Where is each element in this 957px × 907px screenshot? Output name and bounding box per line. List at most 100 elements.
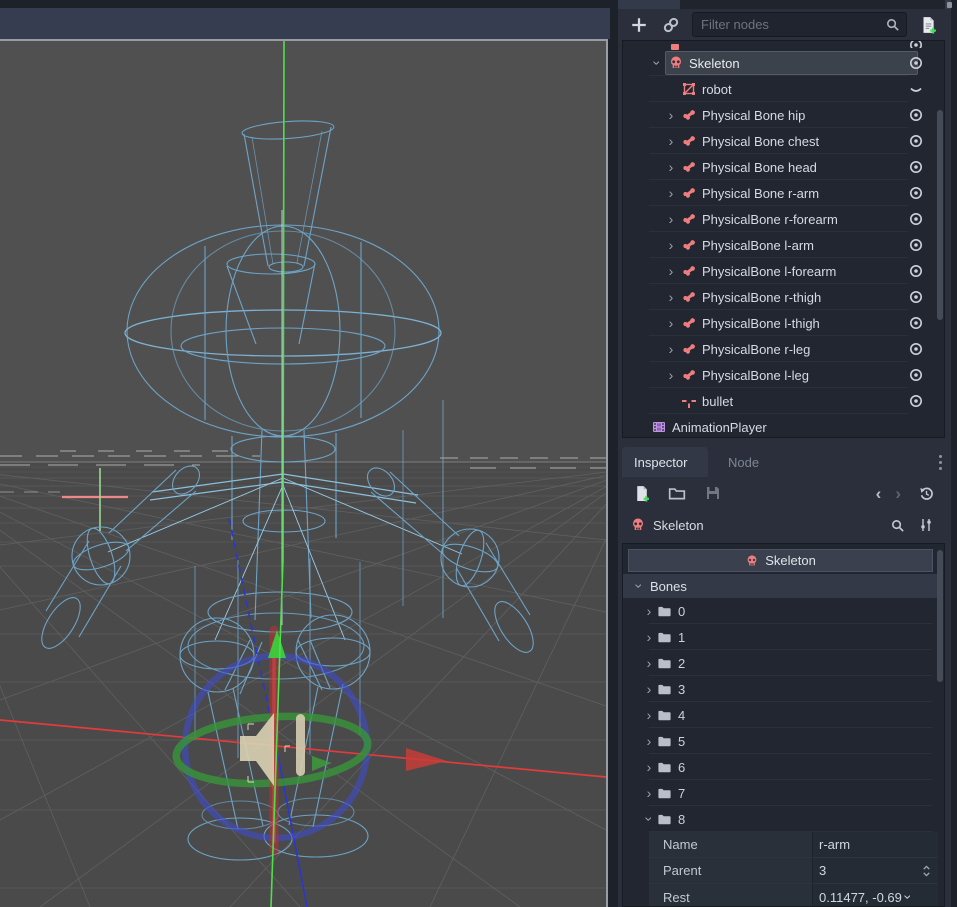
inspected-object-name: Skeleton — [653, 518, 704, 533]
expand-chevron-icon[interactable]: › — [641, 708, 657, 722]
tab-inspector[interactable]: Inspector — [622, 447, 708, 477]
bone-folder-row[interactable]: › 7 — [623, 780, 938, 806]
new-resource-button[interactable] — [630, 482, 652, 504]
expand-chevron-icon[interactable]: › — [641, 786, 657, 800]
visibility-eye-icon[interactable] — [908, 341, 924, 357]
load-resource-button[interactable] — [666, 482, 688, 504]
inspector-toolbar: ‹ › — [618, 477, 951, 509]
property-value-name[interactable]: r-arm — [813, 832, 938, 858]
bone-index: 1 — [678, 630, 685, 645]
tab-inspector-label: Inspector — [634, 455, 687, 470]
attach-script-button[interactable] — [917, 14, 939, 36]
section-bones[interactable]: › Bones — [623, 574, 938, 598]
visibility-eye-icon[interactable] — [908, 133, 924, 149]
bone-icon — [681, 237, 697, 253]
menu-dots-icon — [938, 454, 943, 471]
tree-row-physicalbone-r-forearm[interactable]: › PhysicalBone r-forearm — [623, 206, 944, 232]
expand-chevron-icon[interactable]: › — [663, 134, 679, 148]
node-label: PhysicalBone l-arm — [702, 238, 814, 253]
inspector-object-header: Skeleton — [628, 549, 933, 572]
add-node-button[interactable] — [628, 14, 650, 36]
folder-icon — [657, 760, 672, 775]
expand-chevron-icon[interactable]: › — [663, 290, 679, 304]
visibility-eye-icon[interactable] — [908, 289, 924, 305]
instance-scene-button[interactable] — [660, 14, 682, 36]
expand-chevron-icon[interactable]: › — [641, 760, 657, 774]
node-label: Physical Bone hip — [702, 108, 805, 123]
inspector-scrollbar[interactable] — [937, 550, 943, 682]
expand-chevron-icon[interactable]: › — [641, 682, 657, 696]
visibility-eye-icon[interactable] — [908, 263, 924, 279]
tree-row-animationplayer[interactable]: AnimationPlayer — [623, 414, 944, 438]
expand-chevron-icon[interactable]: › — [663, 160, 679, 174]
node-label: bullet — [702, 394, 733, 409]
expand-chevron-icon[interactable]: › — [641, 604, 657, 618]
viewport-3d[interactable] — [0, 39, 608, 907]
filter-nodes-input[interactable]: Filter nodes — [692, 12, 907, 37]
tree-row-physicalbone-l-forearm[interactable]: › PhysicalBone l-forearm — [623, 258, 944, 284]
tree-row-robot[interactable]: › robot — [623, 76, 944, 102]
bone-folder-row[interactable]: › 0 — [623, 598, 938, 624]
property-value-parent[interactable]: 3 — [813, 858, 938, 884]
expand-chevron-icon[interactable]: › — [663, 186, 679, 200]
bone-index: 5 — [678, 734, 685, 749]
tree-row-physicalbone-l-arm[interactable]: › PhysicalBone l-arm — [623, 232, 944, 258]
property-tools-button[interactable] — [915, 514, 937, 536]
tree-row-physicalbone-r-leg[interactable]: › PhysicalBone r-leg — [623, 336, 944, 362]
scene-tree-scrollbar[interactable] — [937, 110, 943, 320]
expand-chevron-icon[interactable]: › — [641, 734, 657, 748]
tab-node[interactable]: Node — [716, 447, 759, 477]
tree-row-physical-bone-r-arm[interactable]: › Physical Bone r-arm — [623, 180, 944, 206]
bone-folder-row[interactable]: › 4 — [623, 702, 938, 728]
visibility-eye-icon[interactable] — [908, 237, 924, 253]
tree-row-physicalbone-l-leg[interactable]: › PhysicalBone l-leg — [623, 362, 944, 388]
expand-chevron-icon[interactable]: › — [663, 108, 679, 122]
visibility-eye-icon[interactable] — [908, 211, 924, 227]
bone-folder-row[interactable]: › 5 — [623, 728, 938, 754]
expand-chevron-icon[interactable]: › — [641, 656, 657, 670]
bone-folder-row-expanded[interactable]: › 8 — [623, 806, 938, 832]
tree-row-physical-bone-chest[interactable]: › Physical Bone chest — [623, 128, 944, 154]
expand-chevron-icon[interactable]: › — [663, 264, 679, 278]
bone-folder-row[interactable]: › 2 — [623, 650, 938, 676]
history-button[interactable] — [915, 482, 937, 504]
tree-row-physicalbone-l-thigh[interactable]: › PhysicalBone l-thigh — [623, 310, 944, 336]
bone-folder-row[interactable]: › 3 — [623, 676, 938, 702]
visibility-eye-icon[interactable] — [908, 159, 924, 175]
expand-chevron-icon[interactable]: › — [663, 342, 679, 356]
property-value-rest[interactable]: 0.11477, -0.69 › — [813, 884, 938, 907]
tree-row-physical-bone-head[interactable]: › Physical Bone head — [623, 154, 944, 180]
tree-row-skeleton[interactable]: › Skeleton — [623, 50, 944, 76]
forward-icon[interactable]: › — [895, 485, 901, 502]
bone-icon — [681, 159, 697, 175]
expand-chevron-icon[interactable]: › — [663, 316, 679, 330]
tab-menu-button[interactable] — [938, 454, 943, 474]
tree-row-bullet[interactable]: › bullet — [623, 388, 944, 414]
stepper-icon[interactable] — [921, 864, 932, 878]
visibility-eye-icon[interactable] — [908, 185, 924, 201]
node-label: AnimationPlayer — [672, 420, 767, 435]
tree-row-physicalbone-r-thigh[interactable]: › PhysicalBone r-thigh — [623, 284, 944, 310]
expand-chevron-icon[interactable]: › — [663, 212, 679, 226]
property-search-button[interactable] — [886, 514, 908, 536]
save-resource-button[interactable] — [702, 482, 724, 504]
visibility-eye-icon[interactable] — [908, 393, 924, 409]
folder-icon — [657, 656, 672, 671]
bone-folder-row[interactable]: › 6 — [623, 754, 938, 780]
collapse-chevron-icon[interactable]: › — [641, 812, 657, 826]
bone-folder-row[interactable]: › 1 — [623, 624, 938, 650]
inspector-tab-bar: Inspector Node — [618, 447, 951, 477]
visibility-eye-icon[interactable] — [908, 55, 924, 71]
back-icon[interactable]: ‹ — [876, 485, 882, 502]
expand-chevron-icon[interactable]: › — [663, 368, 679, 382]
collapse-chevron-icon[interactable]: › — [649, 56, 665, 70]
visibility-eye-icon[interactable] — [908, 367, 924, 383]
visibility-eye-closed-icon[interactable] — [908, 81, 924, 97]
dropdown-chevron-icon[interactable]: › — [900, 895, 916, 900]
property-row-rest: Rest 0.11477, -0.69 › — [623, 884, 938, 907]
tree-row-physical-bone-hip[interactable]: › Physical Bone hip — [623, 102, 944, 128]
expand-chevron-icon[interactable]: › — [663, 238, 679, 252]
expand-chevron-icon[interactable]: › — [641, 630, 657, 644]
visibility-eye-icon[interactable] — [908, 107, 924, 123]
visibility-eye-icon[interactable] — [908, 315, 924, 331]
